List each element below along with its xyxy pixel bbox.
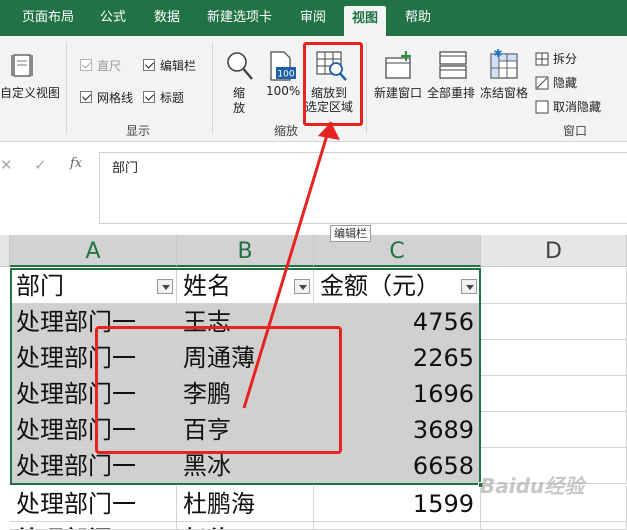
watermark: Baidu经验 [480,474,585,498]
annotation-arrow [242,121,340,409]
